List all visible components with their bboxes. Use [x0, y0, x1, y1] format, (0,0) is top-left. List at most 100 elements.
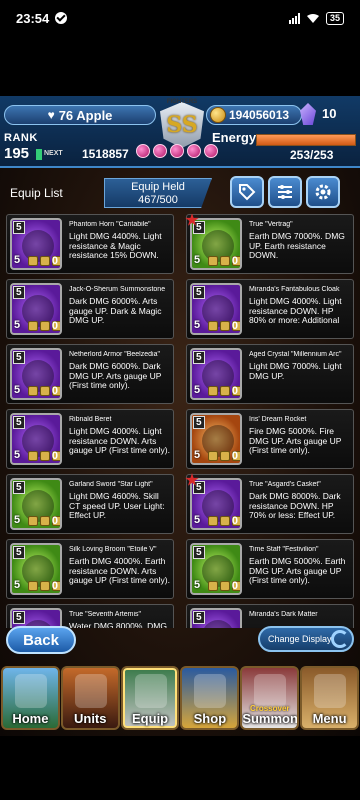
equip-thumbnail: 550 [190, 348, 242, 400]
battery-icon: 35 [325, 11, 344, 25]
limit-break-count: 5 [14, 319, 21, 331]
equip-thumbnail: 550 [10, 348, 62, 400]
book-icon [314, 674, 347, 708]
equip-thumbnail: 550 [10, 283, 62, 335]
lb-icon [40, 581, 50, 591]
nav-equip[interactable]: Equip [120, 666, 180, 730]
lb-icon [208, 256, 218, 266]
orb-icon [170, 144, 184, 158]
gil-value: 194056013 [229, 108, 290, 122]
limit-break-count: 5 [14, 384, 21, 396]
nav-summon[interactable]: Crossover Summon [240, 666, 300, 730]
rarity-badge: 5 [193, 611, 205, 624]
nav-units[interactable]: Units [60, 666, 120, 730]
lb-level: 0 [51, 255, 58, 267]
energy-value: 253/253 [290, 148, 334, 162]
house-icon [15, 674, 47, 708]
nav-label: Menu [312, 711, 347, 726]
lb-icon [220, 256, 230, 266]
emblem-caption: FIGHTERS [166, 99, 198, 105]
equip-card[interactable]: 5 5 0 True "Asgard's Casket" Dark DMG 8000%.… [185, 473, 354, 534]
equip-card[interactable]: 5 5 0 Ribnald Beret Light DMG 4000%. Light r… [6, 409, 174, 469]
equip-description: Light DMG 7000%. Light DMG UP. [249, 361, 342, 381]
equip-card[interactable]: 550 True "Seventh Artemis" Water DMG 8000%… [6, 604, 174, 628]
signal-icon [288, 12, 300, 24]
filter-button[interactable] [268, 176, 302, 208]
tag-button[interactable] [230, 176, 264, 208]
equip-thumbnail: 550 [10, 478, 62, 530]
lb-icon [208, 451, 218, 461]
equip-card[interactable]: 5 5 0 Miranda's Fantabulous Cloak Light DMG … [186, 279, 354, 339]
equip-description: Light DMG 4000%. Light resistance DOWN. … [249, 296, 342, 325]
equip-thumbnail: 550 [190, 218, 242, 270]
equip-name: Iris' Dream Rocket [249, 416, 307, 423]
nav-shop[interactable]: Shop [180, 666, 240, 730]
equip-card[interactable]: 5 5 0 Aged Crystal "Millennium Arc" Light DM… [186, 344, 354, 404]
status-bar: 23:54 35 [0, 0, 360, 36]
change-display-label: Change Display [268, 634, 332, 644]
player-name-badge[interactable]: ♥ 76 Apple [4, 105, 156, 125]
equip-card[interactable]: 5 5 0 Silk Loving Broom "Etoile V" Earth DMG… [6, 539, 174, 599]
equip-held: Equip Held 467/500 [104, 178, 212, 208]
game-screen: ♥ 76 Apple FIGHTERS SS 194056013 10 RANK… [0, 96, 360, 736]
lb-icon [220, 581, 230, 591]
equip-name: Garland Sword "Star Light" [69, 481, 153, 488]
equip-name: Aged Crystal "Millennium Arc" [249, 351, 342, 358]
nav-label: Units [73, 711, 107, 726]
messenger-icon [55, 12, 68, 24]
settings-button[interactable] [306, 176, 340, 208]
limit-break-count: 5 [14, 254, 21, 266]
equip-description: Dark DMG 6000%. Dark DMG UP. Arts gauge … [69, 361, 162, 390]
lb-level: 0 [51, 515, 58, 527]
rarity-badge: 5 [13, 286, 25, 299]
energy-fill [257, 135, 355, 145]
equip-card[interactable]: 5 5 0 Jack-O-Sherum Summonstone Dark DMG 600… [6, 279, 174, 339]
equip-description: Water DMG 8000%. DMG UP. [69, 621, 167, 628]
lb-level: 0 [231, 255, 238, 267]
orb-icon [136, 144, 150, 158]
equip-card[interactable]: 5 5 0 Time Staff "Festivilion" Earth DMG 500… [186, 539, 354, 599]
limit-break-count: 5 [14, 449, 21, 461]
limit-break-count: 5 [194, 449, 201, 461]
equip-name: True "Vertrag" [249, 221, 293, 228]
nav-label: Shop [193, 711, 227, 726]
lb-icon [28, 451, 38, 461]
lb-icon [208, 386, 218, 396]
equip-card[interactable]: 5 5 0 Netherlord Armor "Beelzedia" Dark DMG … [6, 344, 174, 404]
energy-label: Energy [212, 130, 257, 145]
equip-name: Phantom Horn "Cantabile" [69, 221, 151, 228]
equip-description: Light DMG 4400%. Light resistance & Magi… [69, 231, 162, 260]
lb-icon [28, 386, 38, 396]
nav-home[interactable]: Home [1, 666, 60, 730]
equip-description: Earth DMG 5000%. Earth DMG UP. Arts gaug… [249, 556, 346, 585]
equip-card[interactable]: 5 5 0 True "Vertrag" Earth DMG 7000%. DMG UP… [185, 214, 354, 274]
equip-thumbnail: 550 [10, 543, 62, 595]
equip-card[interactable]: 5 5 0 Phantom Horn "Cantabile" Light DMG 440… [6, 214, 174, 274]
change-display-button[interactable]: Change Display [258, 626, 354, 652]
limit-break-count: 5 [14, 514, 21, 526]
rank-box: RANK 195 NEXT 1518857 [4, 132, 154, 166]
lb-icon [220, 451, 230, 461]
lb-level: 0 [231, 320, 238, 332]
equip-description: Dark DMG 6000%. Arts gauge UP. Dark & Ma… [69, 296, 162, 325]
equip-name: True "Seventh Artemis" [69, 611, 142, 618]
lb-level: 0 [231, 580, 238, 592]
lb-icon [28, 581, 38, 591]
back-button[interactable]: Back [6, 626, 76, 654]
clock: 23:54 [16, 10, 50, 26]
equip-thumbnail: 550 [10, 608, 62, 628]
lb-level: 0 [231, 515, 238, 527]
equip-card[interactable]: 550 Miranda's Dark Matter [186, 604, 354, 628]
nav-menu[interactable]: Menu [300, 666, 359, 730]
gem-icon[interactable] [300, 103, 316, 125]
gil-counter: 194056013 [206, 105, 302, 125]
rarity-badge: 5 [13, 416, 25, 429]
summon-icon [254, 674, 287, 708]
rarity-badge: 5 [193, 546, 205, 559]
equip-card[interactable]: 5 5 0 Garland Sword "Star Light" Light DMG 4… [6, 474, 174, 534]
rarity-badge: 5 [13, 351, 25, 364]
equip-name: True "Asgard's Casket" [249, 481, 321, 488]
rarity-badge: 5 [13, 221, 25, 234]
equip-name: Netherlord Armor "Beelzedia" [69, 351, 160, 358]
equip-card[interactable]: 5 5 0 Iris' Dream Rocket Fire DMG 5000%. Fir… [186, 409, 354, 469]
